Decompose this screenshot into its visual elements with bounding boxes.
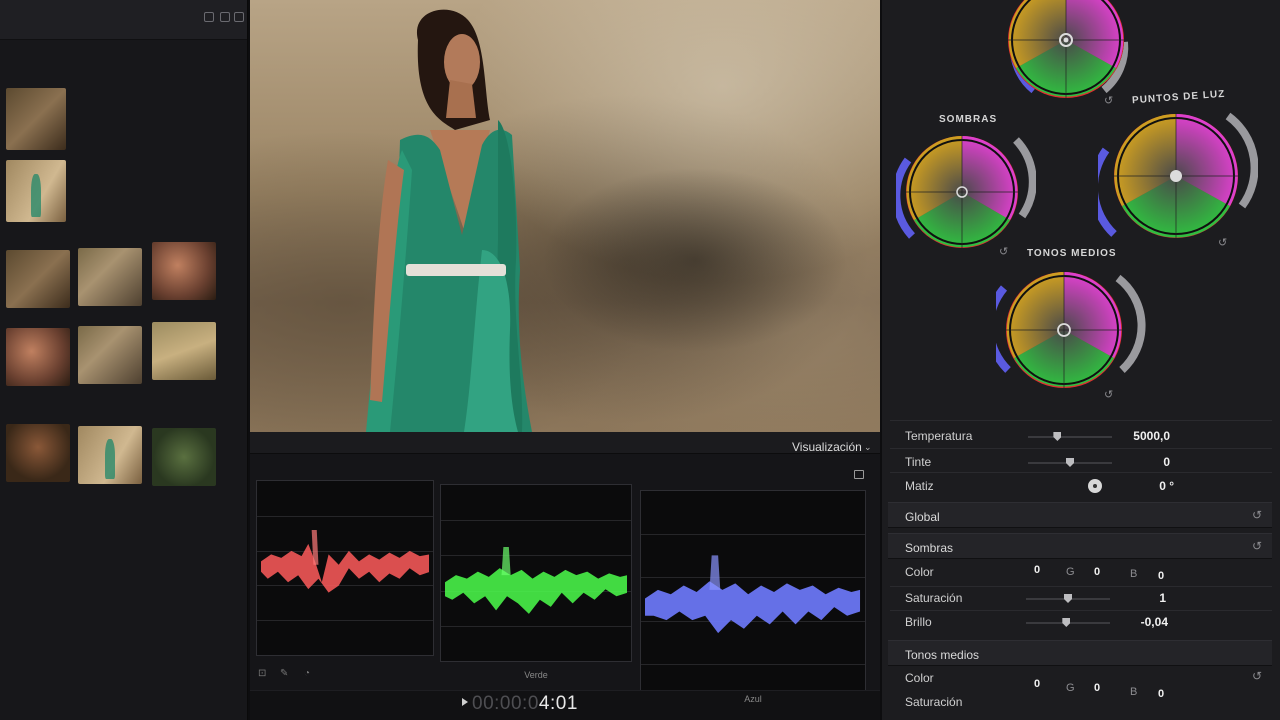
master-reset-icon[interactable]: ↺: [1104, 94, 1113, 107]
clip-thumbnail[interactable]: [152, 242, 216, 300]
waveform-blue: [640, 490, 866, 708]
waveform-green-label: Verde: [524, 670, 548, 680]
shadows-g-value[interactable]: 0: [1094, 566, 1100, 578]
shadows-g-key: G: [1066, 566, 1075, 578]
midtones-saturation-label: Saturación: [905, 695, 963, 709]
midtones-color-label: Color: [905, 671, 934, 685]
scopes-header: Visualización ⌄: [250, 432, 880, 454]
crop-tool-icon[interactable]: ⊡: [258, 668, 266, 679]
waveform-red: [256, 480, 434, 656]
effects-tool-icon[interactable]: ◔: [304, 668, 310, 679]
view-icon[interactable]: [234, 12, 244, 22]
shadows-brightness-value[interactable]: -0,04: [1068, 615, 1168, 629]
section-shadows[interactable]: Sombras ↺: [888, 533, 1272, 559]
visualization-menu[interactable]: Visualización: [792, 440, 862, 454]
clip-thumbnail[interactable]: [6, 250, 70, 308]
hue-value[interactable]: 0 °: [1074, 479, 1174, 493]
clip-thumbnail[interactable]: [78, 426, 142, 484]
shadows-brightness-label: Brillo: [905, 615, 932, 629]
subject-figure: [366, 9, 532, 432]
clip-thumbnail[interactable]: [6, 88, 66, 150]
section-midtones[interactable]: Tonos medios ↺: [888, 640, 1272, 683]
shadows-b-key: B: [1130, 568, 1138, 580]
shadows-section-reset-icon[interactable]: ↺: [1252, 539, 1262, 553]
settings-icon[interactable]: [220, 12, 230, 22]
video-viewer[interactable]: [250, 0, 880, 432]
temperature-label: Temperatura: [905, 429, 973, 443]
waveform-blue-label: Azul: [744, 694, 762, 704]
waveform-green: [440, 484, 632, 662]
clip-thumbnail[interactable]: [6, 328, 70, 386]
shadows-color-label: Color: [905, 565, 934, 579]
midtones-r-value[interactable]: 0: [1034, 678, 1040, 690]
waveform-scopes: Visualización ⌄ Verde Azul ⊡ ✎ ◔ 00:00:0…: [250, 432, 880, 720]
shadows-reset-icon[interactable]: ↺: [999, 245, 1008, 258]
shadows-brightness-row: Brillo -0,04: [890, 610, 1272, 634]
master-color-wheel[interactable]: [994, 0, 1144, 112]
clip-thumbnail[interactable]: [6, 424, 70, 482]
midtones-color-wheel[interactable]: [996, 266, 1146, 392]
temperature-value[interactable]: 5000,0: [1070, 429, 1170, 443]
shadows-color-row: Color 0 G 0 B 0: [890, 560, 1272, 584]
tint-row: Tinte 0: [890, 450, 1272, 474]
transform-tool-icon[interactable]: ✎: [280, 668, 288, 679]
midtones-reset-icon[interactable]: ↺: [1104, 388, 1113, 401]
highlights-wheel-label: PUNTOS DE LUZ: [1131, 88, 1226, 107]
section-global[interactable]: Global ↺: [888, 502, 1272, 528]
shadows-saturation-row: Saturación 1: [890, 586, 1272, 610]
shadows-b-value[interactable]: 0: [1158, 570, 1164, 582]
scope-settings-icon[interactable]: [854, 470, 864, 479]
clip-thumbnail[interactable]: [78, 248, 142, 306]
midtones-wheel-label: TONOS MEDIOS: [1027, 248, 1117, 259]
clip-thumbnail[interactable]: [152, 428, 216, 486]
chevron-down-icon[interactable]: ⌄: [864, 442, 872, 453]
shadows-r-value[interactable]: 0: [1034, 564, 1040, 576]
clip-thumbnail[interactable]: [152, 322, 216, 380]
temperature-row: Temperatura 5000,0: [890, 424, 1272, 448]
play-icon[interactable]: [462, 698, 468, 706]
global-reset-icon[interactable]: ↺: [1252, 508, 1262, 522]
browser-toolbar: [0, 0, 247, 40]
shadows-saturation-label: Saturación: [905, 591, 963, 605]
highlights-reset-icon[interactable]: ↺: [1218, 236, 1227, 249]
temperature-knob[interactable]: [1053, 432, 1062, 441]
shadows-saturation-value[interactable]: 1: [1066, 591, 1166, 605]
filter-icon[interactable]: [204, 12, 214, 22]
highlights-color-wheel[interactable]: [1098, 110, 1258, 242]
shadows-wheel-label: SOMBRAS: [939, 114, 998, 125]
timecode: 00:00:04:01: [472, 693, 578, 714]
midtones-section-label: Tonos medios: [905, 648, 980, 662]
midtones-saturation-row: Saturación: [890, 690, 1272, 714]
shadows-color-wheel[interactable]: [896, 130, 1036, 250]
color-inspector: ↺ SOMBRAS ↺ PUNTOS DE LUZ ↺ TONOS MEDIOS: [882, 0, 1280, 720]
clip-thumbnail[interactable]: [78, 326, 142, 384]
hue-label: Matiz: [905, 479, 934, 493]
tint-label: Tinte: [905, 455, 932, 469]
tint-value[interactable]: 0: [1070, 455, 1170, 469]
clip-thumbnail[interactable]: [6, 160, 66, 222]
media-browser: [0, 0, 248, 720]
global-label: Global: [905, 510, 940, 524]
hue-row: Matiz 0 °: [890, 474, 1272, 498]
midtones-color-row: Color 0 G 0 B 0: [890, 666, 1272, 700]
shadows-section-label: Sombras: [905, 541, 954, 555]
